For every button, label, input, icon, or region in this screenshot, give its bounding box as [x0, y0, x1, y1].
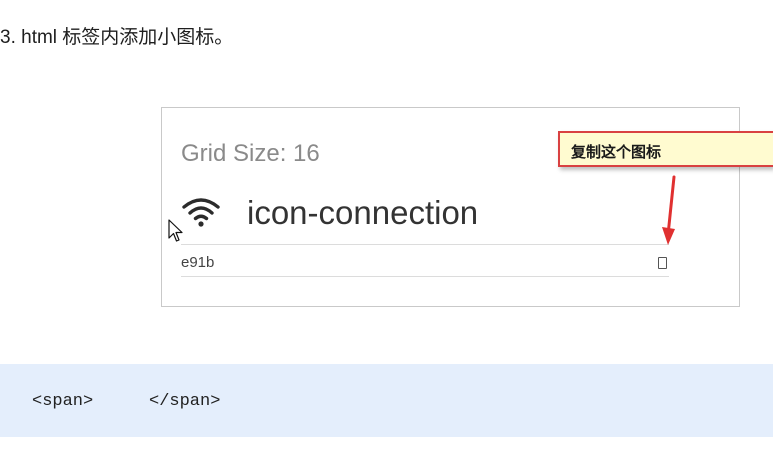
divider: [181, 244, 669, 245]
grid-size-label: Grid Size: 16: [181, 140, 320, 167]
wifi-icon: [182, 198, 220, 227]
icon-row[interactable]: icon-connection: [181, 194, 669, 240]
span-open-tag: <span>: [32, 392, 94, 411]
divider: [181, 276, 669, 277]
unicode-code[interactable]: e91b: [181, 254, 214, 271]
code-block: <span> </span>: [0, 364, 773, 437]
red-arrow-icon: [662, 175, 676, 245]
icon-name: icon-connection: [247, 194, 479, 231]
mouse-cursor-icon: [168, 219, 183, 242]
span-close-tag: </span>: [149, 392, 221, 411]
square-glyph-icon[interactable]: [658, 257, 667, 269]
callout-box: 复制这个图标: [558, 131, 773, 167]
callout-text: 复制这个图标: [571, 144, 662, 161]
section-heading: 3. html 标签内添加小图标。: [0, 27, 234, 48]
